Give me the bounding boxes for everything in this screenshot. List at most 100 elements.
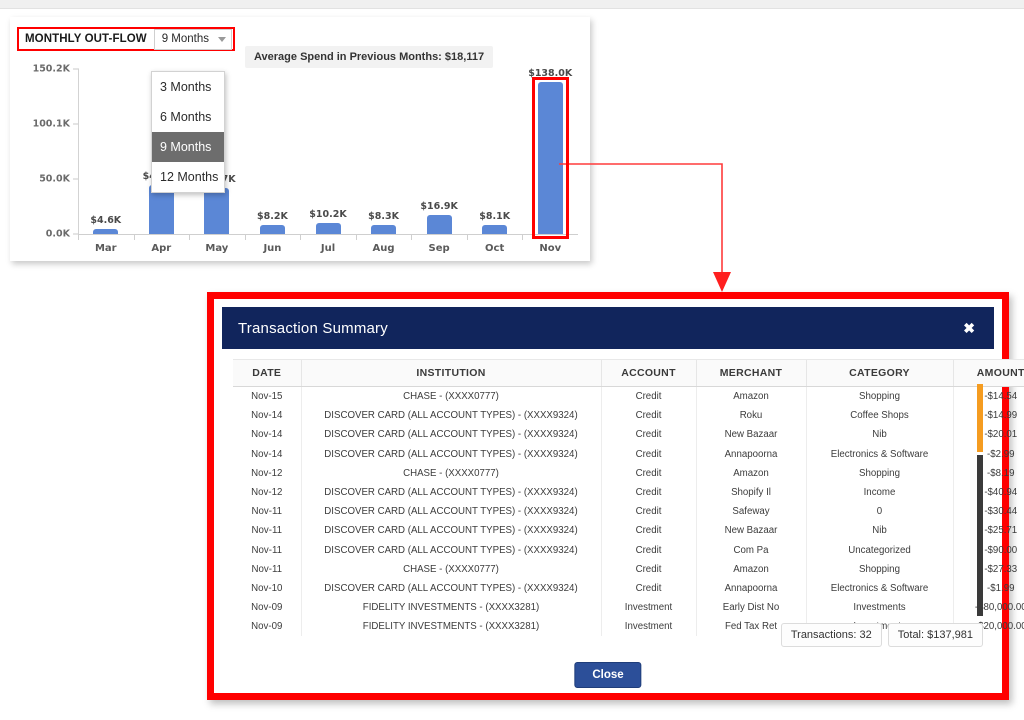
cell-date: Nov-14 <box>233 406 301 425</box>
cell-category: Nib <box>806 425 953 444</box>
close-button[interactable]: Close <box>574 662 641 688</box>
cell-account: Investment <box>601 617 696 636</box>
transactions-table: DATE INSTITUTION ACCOUNT MERCHANT CATEGO… <box>233 359 1024 636</box>
table-row[interactable]: Nov-09FIDELITY INVESTMENTS - (XXXX3281)I… <box>233 598 1024 617</box>
top-gray-strip <box>0 0 1024 9</box>
cell-amount: -$14.99 <box>953 406 1024 425</box>
x-axis-label-mar: Mar <box>76 243 136 254</box>
x-axis-separator <box>411 234 412 240</box>
page-title: MONTHLY OUT-FLOW <box>19 33 154 45</box>
x-axis-separator <box>522 234 523 240</box>
cell-institution: DISCOVER CARD (ALL ACCOUNT TYPES) - (XXX… <box>301 425 601 444</box>
cell-merchant: Amazon <box>696 560 806 579</box>
cell-account: Investment <box>601 598 696 617</box>
cell-account: Credit <box>601 541 696 560</box>
cell-institution: CHASE - (XXXX0777) <box>301 560 601 579</box>
cell-merchant: Shopify Il <box>696 483 806 502</box>
bar-value-label: $4.6K <box>66 215 146 226</box>
cell-account: Credit <box>601 445 696 464</box>
monthly-outflow-chart-panel: MONTHLY OUT-FLOW 9 Months Average Spend … <box>10 17 590 261</box>
table-row[interactable]: Nov-10DISCOVER CARD (ALL ACCOUNT TYPES) … <box>233 579 1024 598</box>
cell-date: Nov-14 <box>233 425 301 444</box>
range-select-value: 9 Months <box>162 33 209 45</box>
y-axis-tick-label: 100.1K <box>14 119 70 130</box>
cell-institution: CHASE - (XXXX0777) <box>301 464 601 483</box>
dropdown-item-9-months[interactable]: 9 Months <box>152 132 224 162</box>
close-icon[interactable]: ✖ <box>960 319 978 337</box>
bar-jul[interactable] <box>316 223 341 234</box>
table-row[interactable]: Nov-14DISCOVER CARD (ALL ACCOUNT TYPES) … <box>233 445 1024 464</box>
col-header-amount[interactable]: AMOUNT <box>953 360 1024 387</box>
table-row[interactable]: Nov-12DISCOVER CARD (ALL ACCOUNT TYPES) … <box>233 483 1024 502</box>
col-header-category[interactable]: CATEGORY <box>806 360 953 387</box>
cell-amount: -$27.33 <box>953 560 1024 579</box>
col-header-account[interactable]: ACCOUNT <box>601 360 696 387</box>
bar-mar[interactable] <box>93 229 118 234</box>
bar-may[interactable] <box>204 188 229 234</box>
table-row[interactable]: Nov-11DISCOVER CARD (ALL ACCOUNT TYPES) … <box>233 541 1024 560</box>
table-scrollbar-thumb[interactable] <box>977 455 983 616</box>
table-row[interactable]: Nov-11DISCOVER CARD (ALL ACCOUNT TYPES) … <box>233 521 1024 540</box>
cell-merchant: Annapoorna <box>696 579 806 598</box>
x-axis-label-jul: Jul <box>298 243 358 254</box>
cell-account: Credit <box>601 406 696 425</box>
cell-merchant: New Bazaar <box>696 425 806 444</box>
cell-merchant: Amazon <box>696 387 806 407</box>
bar-aug[interactable] <box>371 225 396 234</box>
table-row[interactable]: Nov-14DISCOVER CARD (ALL ACCOUNT TYPES) … <box>233 406 1024 425</box>
col-header-merchant[interactable]: MERCHANT <box>696 360 806 387</box>
range-dropdown-menu[interactable]: 3 Months 6 Months 9 Months 12 Months <box>151 71 225 193</box>
dropdown-item-3-months[interactable]: 3 Months <box>152 72 224 102</box>
cell-amount: -$20.01 <box>953 425 1024 444</box>
table-row[interactable]: Nov-14DISCOVER CARD (ALL ACCOUNT TYPES) … <box>233 425 1024 444</box>
table-row[interactable]: Nov-15CHASE - (XXXX0777)CreditAmazonShop… <box>233 387 1024 407</box>
cell-institution: FIDELITY INVESTMENTS - (XXXX3281) <box>301 598 601 617</box>
cell-date: Nov-09 <box>233 598 301 617</box>
cell-institution: DISCOVER CARD (ALL ACCOUNT TYPES) - (XXX… <box>301 483 601 502</box>
dropdown-item-6-months[interactable]: 6 Months <box>152 102 224 132</box>
cell-merchant: Roku <box>696 406 806 425</box>
bar-oct[interactable] <box>482 225 507 234</box>
chart-header: MONTHLY OUT-FLOW 9 Months Average Spend … <box>10 17 590 61</box>
x-axis-label-aug: Aug <box>354 243 414 254</box>
cell-account: Credit <box>601 521 696 540</box>
cell-date: Nov-15 <box>233 387 301 407</box>
cell-category: Shopping <box>806 464 953 483</box>
cell-account: Credit <box>601 483 696 502</box>
table-scrollbar-thumb-orange[interactable] <box>977 384 983 452</box>
cell-amount: -$30.44 <box>953 502 1024 521</box>
modal-title: Transaction Summary <box>238 320 388 337</box>
cell-merchant: Safeway <box>696 502 806 521</box>
table-row[interactable]: Nov-11DISCOVER CARD (ALL ACCOUNT TYPES) … <box>233 502 1024 521</box>
x-axis-separator <box>134 234 135 240</box>
cell-date: Nov-11 <box>233 541 301 560</box>
table-head: DATE INSTITUTION ACCOUNT MERCHANT CATEGO… <box>233 360 1024 387</box>
col-header-date[interactable]: DATE <box>233 360 301 387</box>
x-axis-label-oct: Oct <box>465 243 525 254</box>
transactions-count-badge: Transactions: 32 <box>781 623 882 647</box>
x-axis-separator <box>356 234 357 240</box>
transactions-table-region: DATE INSTITUTION ACCOUNT MERCHANT CATEGO… <box>233 359 983 616</box>
cell-institution: FIDELITY INVESTMENTS - (XXXX3281) <box>301 617 601 636</box>
cell-amount: -$14.54 <box>953 387 1024 407</box>
cell-date: Nov-12 <box>233 464 301 483</box>
table-row[interactable]: Nov-12CHASE - (XXXX0777)CreditAmazonShop… <box>233 464 1024 483</box>
cell-date: Nov-11 <box>233 502 301 521</box>
cell-institution: DISCOVER CARD (ALL ACCOUNT TYPES) - (XXX… <box>301 445 601 464</box>
x-axis-separator <box>78 234 79 240</box>
nov-bar-highlight <box>532 77 569 239</box>
cell-category: Shopping <box>806 560 953 579</box>
y-axis-line <box>78 69 79 234</box>
x-axis-separator <box>300 234 301 240</box>
cell-date: Nov-12 <box>233 483 301 502</box>
table-row[interactable]: Nov-11CHASE - (XXXX0777)CreditAmazonShop… <box>233 560 1024 579</box>
bar-sep[interactable] <box>427 215 452 234</box>
table-body: Nov-15CHASE - (XXXX0777)CreditAmazonShop… <box>233 387 1024 637</box>
cell-account: Credit <box>601 464 696 483</box>
bar-jun[interactable] <box>260 225 285 234</box>
cell-account: Credit <box>601 579 696 598</box>
dropdown-item-12-months[interactable]: 12 Months <box>152 162 224 192</box>
col-header-institution[interactable]: INSTITUTION <box>301 360 601 387</box>
range-select[interactable]: 9 Months <box>154 29 232 50</box>
cell-institution: DISCOVER CARD (ALL ACCOUNT TYPES) - (XXX… <box>301 521 601 540</box>
